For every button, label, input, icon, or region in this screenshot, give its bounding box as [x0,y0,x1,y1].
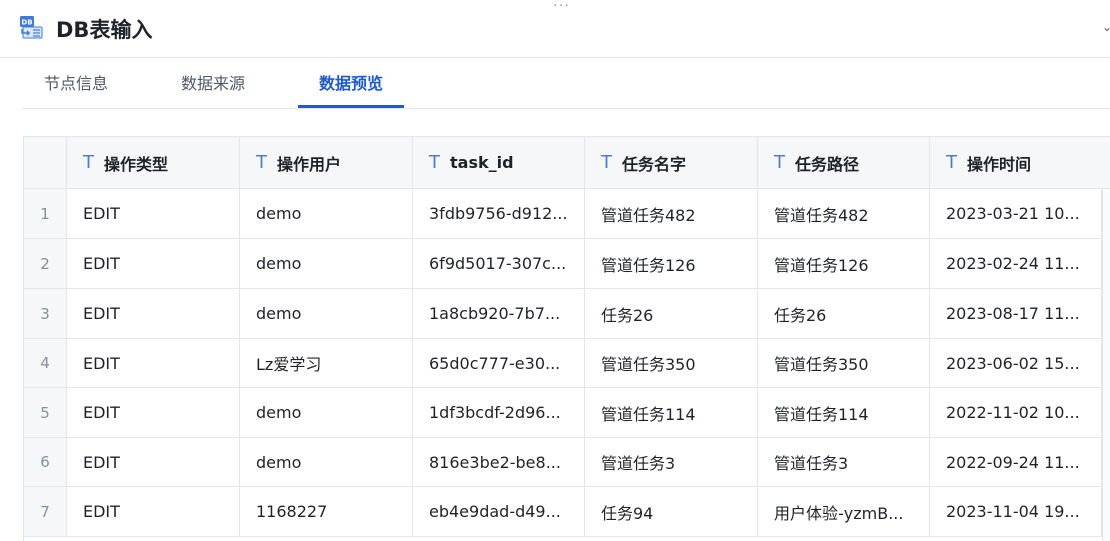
column-header[interactable]: T 操作时间 [930,137,1110,188]
table-cell[interactable]: EDIT [67,239,240,288]
table-row[interactable]: 4 EDIT Lz爱学习 65d0c777-e30... 管道任务350 管道任… [24,339,1110,388]
table-cell[interactable]: EDIT [67,339,240,387]
table-cell[interactable]: EDIT [67,438,240,486]
row-index: 6 [24,438,67,486]
table-cell[interactable]: Lz爱学习 [240,339,413,387]
table-cell[interactable]: 管道任务482 [758,189,930,238]
table-cell[interactable]: 816e3be2-be8... [413,438,585,486]
column-header[interactable]: T 任务名字 [585,137,758,188]
table-cell[interactable]: EDIT [67,189,240,238]
text-type-icon: T [83,152,94,173]
table-cell[interactable]: 2023-03-21 10... [930,189,1102,238]
table-row[interactable]: 6 EDIT demo 816e3be2-be8... 管道任务3 管道任务3 … [24,438,1110,487]
column-header[interactable]: T 操作用户 [240,137,413,188]
table-cell[interactable]: 管道任务3 [758,438,930,486]
table-cell[interactable]: 2023-02-24 11... [930,239,1102,288]
table-cell[interactable]: 管道任务126 [585,239,758,288]
table-cell[interactable]: demo [240,189,413,238]
data-preview-table: T 操作类型 T 操作用户 Ttask_id T 任务名字 T 任务路径 T 操作时间 1… [23,136,1110,541]
table-cell[interactable]: eb4e9dad-d49... [413,487,585,536]
svg-text:DB: DB [21,19,32,27]
text-type-icon: T [774,152,785,173]
tab-node-info[interactable]: 节点信息 [44,59,108,109]
table-cell[interactable]: demo [240,388,413,437]
panel-header: DB DB表输入 ⌄ [0,0,1110,58]
table-cell[interactable]: 管道任务126 [758,239,930,288]
table-cell[interactable]: 6f9d5017-307c... [413,239,585,288]
row-index: 5 [24,388,67,437]
index-header [24,137,67,188]
row-index: 4 [24,339,67,387]
text-type-icon: T [256,152,267,173]
tab-data-preview[interactable]: 数据预览 [319,59,383,109]
active-tab-indicator [298,105,404,108]
table-cell[interactable]: 3fdb9756-d912... [413,189,585,238]
table-header-row: T 操作类型 T 操作用户 Ttask_id T 任务名字 T 任务路径 T 操作时间 [24,137,1110,189]
table-cell[interactable]: 用户体验-yzmB... [758,487,930,536]
table-cell[interactable]: 2022-11-02 10... [930,388,1102,437]
row-index: 7 [24,487,67,536]
column-header[interactable]: Ttask_id [413,137,585,188]
table-cell[interactable]: demo [240,239,413,288]
chevron-down-icon[interactable]: ⌄ [1102,20,1110,34]
table-cell[interactable]: EDIT [67,289,240,338]
table-row[interactable]: 5 EDIT demo 1df3bcdf-2d96... 管道任务114 管道任… [24,388,1110,438]
table-cell[interactable]: 管道任务482 [585,189,758,238]
table-cell[interactable]: 2023-11-04 19... [930,487,1102,536]
table-cell[interactable]: demo [240,438,413,486]
tab-data-source[interactable]: 数据来源 [181,59,245,109]
table-cell[interactable]: 2023-08-17 11... [930,289,1102,338]
text-type-icon: T [601,152,612,173]
table-cell[interactable]: EDIT [67,487,240,536]
table-cell[interactable]: 任务26 [758,289,930,338]
column-header[interactable]: T 任务路径 [758,137,930,188]
column-header[interactable]: T 操作类型 [67,137,240,188]
table-cell[interactable]: 1a8cb920-7b7... [413,289,585,338]
table-cell[interactable]: EDIT [67,388,240,437]
table-row[interactable]: 3 EDIT demo 1a8cb920-7b7... 任务26 任务26 20… [24,289,1110,339]
table-cell[interactable]: demo [240,289,413,338]
table-cell[interactable]: 任务94 [585,487,758,536]
table-cell[interactable]: 2022-09-24 11... [930,438,1102,486]
tab-bar: 节点信息 数据来源 数据预览 [22,59,1110,109]
table-row[interactable]: 1 EDIT demo 3fdb9756-d912... 管道任务482 管道任… [24,189,1110,239]
table-cell[interactable]: 任务26 [585,289,758,338]
row-index: 2 [24,239,67,288]
table-cell[interactable]: 1df3bcdf-2d96... [413,388,585,437]
table-row[interactable]: 2 EDIT demo 6f9d5017-307c... 管道任务126 管道任… [24,239,1110,289]
row-index: 1 [24,189,67,238]
table-cell[interactable]: 管道任务114 [758,388,930,437]
table-cell[interactable]: 管道任务350 [585,339,758,387]
row-index: 3 [24,289,67,338]
panel-title: DB表输入 [56,18,153,42]
table-cell[interactable]: 管道任务3 [585,438,758,486]
vertical-scrollbar[interactable] [1102,189,1110,541]
table-row[interactable]: 7 EDIT 1168227 eb4e9dad-d49... 任务94 用户体验… [24,487,1110,537]
table-cell[interactable]: 1168227 [240,487,413,536]
text-type-icon: T [429,152,440,173]
db-table-input-icon: DB [20,16,43,39]
text-type-icon: T [946,152,957,173]
table-cell[interactable]: 2023-06-02 15... [930,339,1102,387]
table-cell[interactable]: 65d0c777-e30... [413,339,585,387]
table-cell[interactable]: 管道任务350 [758,339,930,387]
table-cell[interactable]: 管道任务114 [585,388,758,437]
